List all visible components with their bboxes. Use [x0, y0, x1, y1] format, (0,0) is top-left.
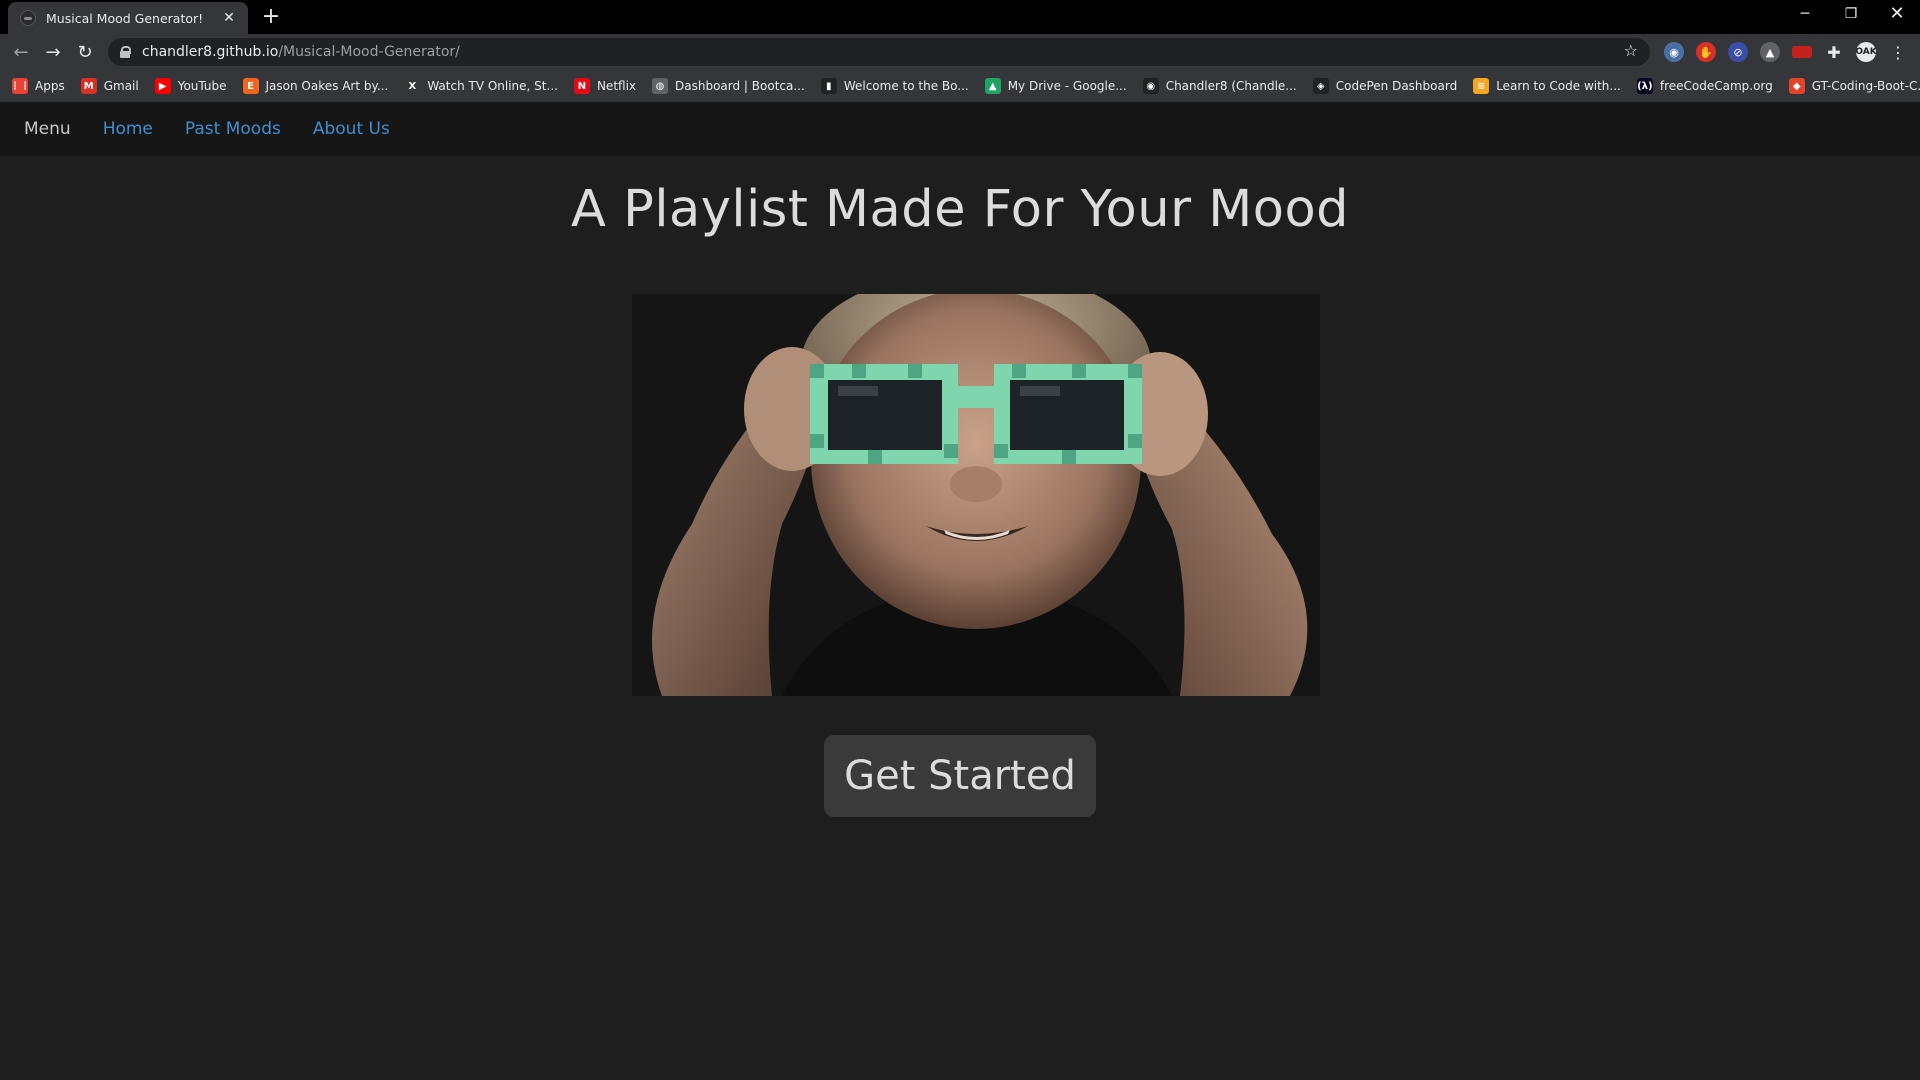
get-started-label: Get Started — [844, 753, 1076, 799]
get-started-button[interactable]: Get Started — [824, 735, 1096, 817]
google-drive-icon: ▲ — [984, 78, 1001, 94]
bookmark-item[interactable]: E Jason Oakes Art by... — [242, 78, 389, 94]
youtube-icon: ▶ — [154, 78, 171, 94]
drive-extension-icon[interactable]: ▲ — [1760, 42, 1780, 62]
bookmark-item[interactable]: X Watch TV Online, St... — [404, 78, 558, 94]
site-navbar: Menu Home Past Moods About Us — [0, 102, 1920, 156]
bookmark-label: My Drive - Google... — [1007, 79, 1127, 93]
github-icon: ◉ — [1142, 78, 1159, 94]
menu-label: Menu — [24, 119, 71, 139]
bookmark-star-icon[interactable]: ☆ — [1624, 41, 1638, 60]
hero-image — [632, 294, 1320, 696]
bookmark-label: GT-Coding-Boot-C... — [1811, 79, 1920, 93]
globe-icon: ◍ — [652, 78, 669, 94]
bookmark-label: Chandler8 (Chandle... — [1165, 79, 1297, 93]
address-bar[interactable]: chandler8.github.io /Musical-Mood-Genera… — [108, 38, 1650, 66]
bookmark-label: Jason Oakes Art by... — [265, 79, 389, 93]
bookmark-item[interactable]: M Gmail — [80, 78, 139, 94]
page-content: Menu Home Past Moods About Us A Playlist… — [0, 102, 1920, 1080]
site-favicon-icon — [20, 10, 36, 26]
apps-grid-icon: ⋮⋮ — [10, 78, 30, 94]
page-title: A Playlist Made For Your Mood — [570, 180, 1350, 239]
bookmark-item[interactable]: ◈ CodePen Dashboard — [1312, 78, 1458, 94]
bookmark-item[interactable]: ◍ Dashboard | Bootca... — [652, 78, 805, 94]
reload-icon[interactable]: ↻ — [72, 40, 98, 66]
extensions-puzzle-icon[interactable]: ✚ — [1824, 42, 1844, 62]
bookmark-label: Gmail — [103, 79, 139, 93]
url-path: /Musical-Mood-Generator/ — [278, 44, 460, 60]
x-icon: X — [404, 78, 421, 94]
bookmark-label: Dashboard | Bootca... — [675, 79, 805, 93]
bookmark-item[interactable]: ⋮⋮ Apps — [10, 78, 65, 94]
nav-link-about-us[interactable]: About Us — [313, 119, 390, 139]
bookmark-item[interactable]: N Netflix — [573, 78, 637, 94]
bookmark-label: Apps — [35, 79, 65, 93]
bookmark-label: freeCodeCamp.org — [1659, 79, 1773, 93]
url-host: chandler8.github.io — [142, 44, 279, 60]
bookmark-item[interactable]: ▮ Welcome to the Bo... — [820, 78, 969, 94]
bookmark-item[interactable]: ▶ YouTube — [154, 78, 227, 94]
bookmark-item[interactable]: ▲ My Drive - Google... — [984, 78, 1127, 94]
nav-link-home[interactable]: Home — [103, 119, 153, 139]
codecademy-icon: ≡ — [1473, 78, 1490, 94]
restore-window-button[interactable]: ❐ — [1828, 0, 1874, 30]
browser-tab-strip: Musical Mood Generator! ✕ + ─ ❐ ✕ — [0, 0, 1920, 34]
browser-toolbar: ← → ↻ chandler8.github.io /Musical-Mood-… — [0, 34, 1920, 70]
gitlab-icon: ◆ — [1788, 78, 1805, 94]
book-icon: ▮ — [820, 78, 837, 94]
bookmark-item[interactable]: (λ) freeCodeCamp.org — [1636, 78, 1773, 94]
gmail-icon: M — [80, 78, 97, 94]
bookmark-item[interactable]: ◉ Chandler8 (Chandle... — [1142, 78, 1297, 94]
codepen-icon: ◈ — [1312, 78, 1329, 94]
bookmark-label: Watch TV Online, St... — [427, 79, 558, 93]
profile-avatar[interactable]: OAK — [1855, 42, 1877, 62]
toddler-sunglasses-illustration — [632, 294, 1320, 696]
browser-tab[interactable]: Musical Mood Generator! ✕ — [8, 2, 248, 34]
bookmark-item[interactable]: ≡ Learn to Code with... — [1473, 78, 1621, 94]
extension-icon[interactable] — [1792, 46, 1812, 58]
new-tab-button[interactable]: + — [258, 4, 284, 30]
etsy-icon: E — [242, 78, 259, 94]
bookmark-item[interactable]: ◆ GT-Coding-Boot-C... — [1788, 78, 1920, 94]
bookmarks-bar: ⋮⋮ Apps M Gmail ▶ YouTube E Jason Oakes Art by.… — [0, 70, 1920, 102]
minimize-window-button[interactable]: ─ — [1782, 0, 1828, 30]
adblock-extension-icon[interactable]: ✋ — [1696, 42, 1716, 62]
forward-arrow-icon[interactable]: → — [40, 40, 66, 66]
back-arrow-icon[interactable]: ← — [8, 40, 34, 66]
blocker-extension-icon[interactable]: ⊘ — [1728, 42, 1748, 62]
browser-menu-icon[interactable]: ⋮ — [1888, 42, 1908, 62]
nav-link-past-moods[interactable]: Past Moods — [185, 119, 281, 139]
bookmark-label: Learn to Code with... — [1496, 79, 1621, 93]
bookmark-label: YouTube — [177, 79, 227, 93]
close-tab-icon[interactable]: ✕ — [220, 10, 238, 26]
freecodecamp-icon: (λ) — [1636, 78, 1653, 94]
lock-icon[interactable] — [120, 46, 131, 58]
tab-title: Musical Mood Generator! — [46, 10, 204, 26]
bookmark-label: CodePen Dashboard — [1335, 79, 1458, 93]
netflix-icon: N — [573, 78, 590, 94]
close-window-button[interactable]: ✕ — [1874, 0, 1920, 30]
bookmark-label: Netflix — [596, 79, 637, 93]
bookmark-label: Welcome to the Bo... — [843, 79, 969, 93]
extension-icon[interactable]: ◉ — [1664, 42, 1684, 62]
